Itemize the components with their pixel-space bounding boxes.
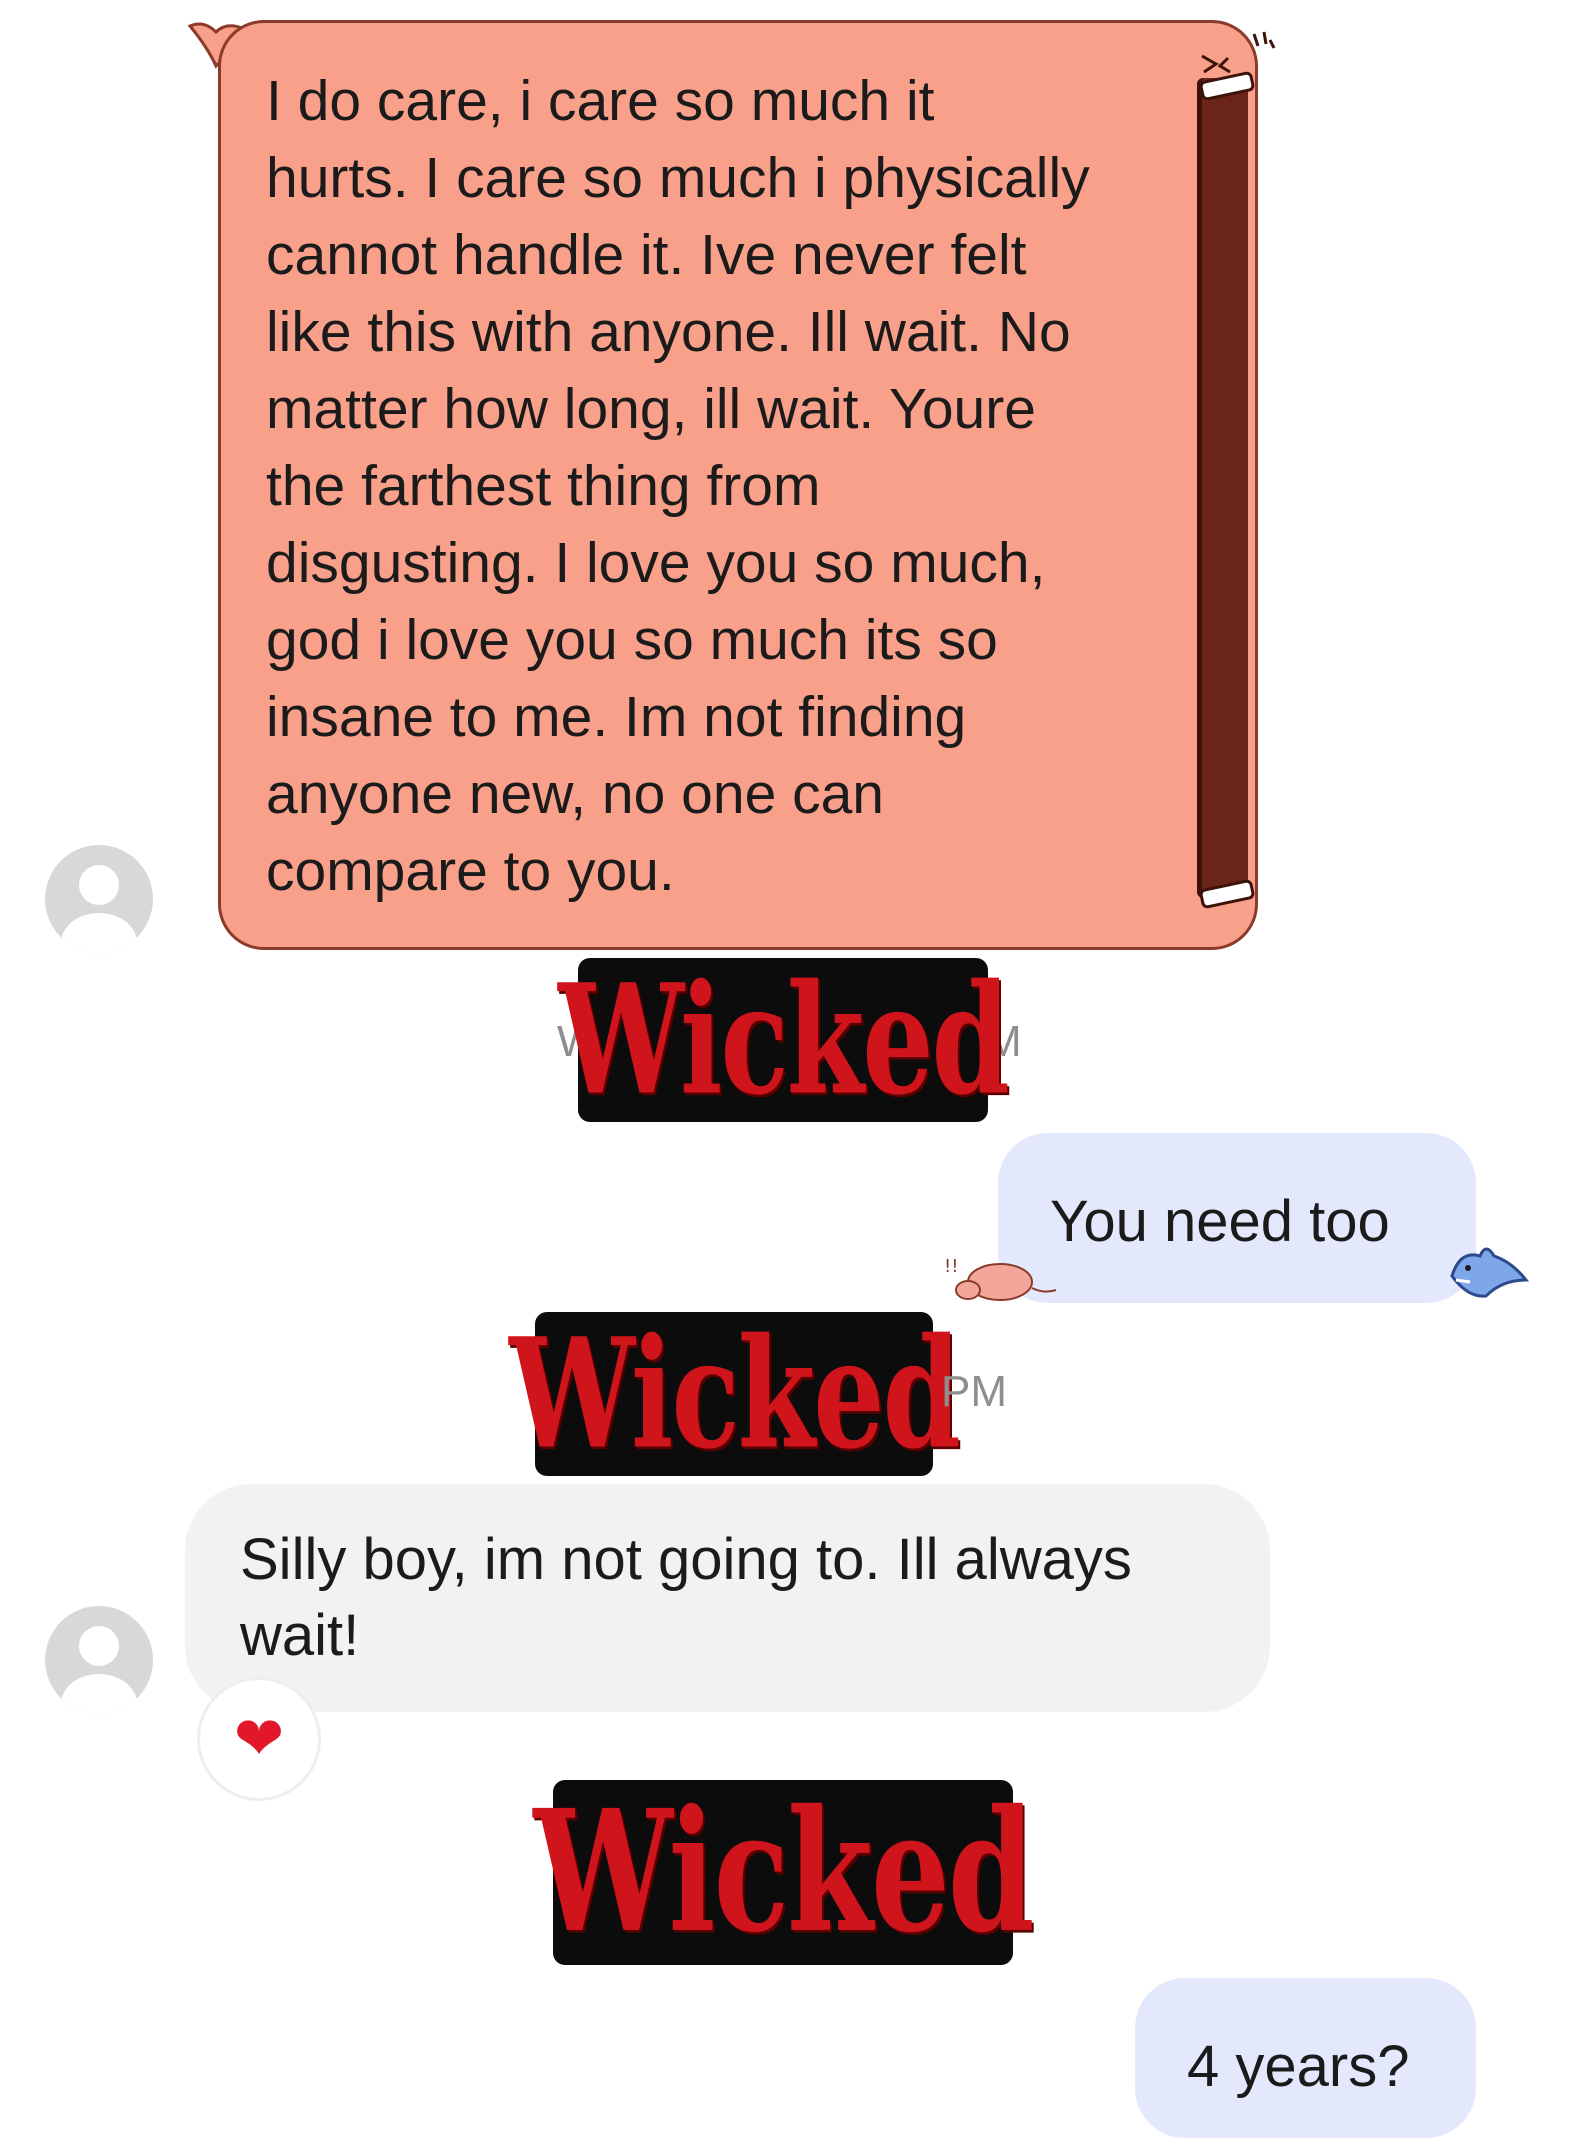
pig-sticker-icon: !! — [944, 1256, 1057, 1301]
sender-avatar[interactable] — [45, 845, 153, 953]
shark-sticker-icon — [1450, 1247, 1530, 1298]
wicked-sticker: Wicked — [533, 1775, 1034, 1971]
incoming-message-bubble[interactable]: Silly boy, im not going to. Ill always w… — [185, 1484, 1270, 1712]
sticker-text: Wicked — [533, 1774, 1034, 1971]
wicked-sticker: Wicked — [558, 952, 1010, 1129]
message-text: 4 years? — [1187, 2034, 1410, 2099]
sticker-text: Wicked — [509, 1305, 961, 1483]
sticker-text: Wicked — [558, 951, 1010, 1129]
outgoing-message-bubble[interactable]: 4 years? — [1135, 1978, 1476, 2138]
message-text: Silly boy, im not going to. Ill always w… — [240, 1527, 1132, 1668]
avatar-head — [79, 1626, 119, 1666]
incoming-message-bubble[interactable]: I do care, i care so much it hurts. I ca… — [218, 20, 1258, 950]
sparkle-icon — [1201, 31, 1276, 74]
bubble-scroll-decoration — [1197, 78, 1248, 898]
message-text: You need too — [1050, 1189, 1390, 1254]
svg-text:!!: !! — [944, 1256, 958, 1277]
message-text: I do care, i care so much it hurts. I ca… — [266, 69, 1090, 903]
wicked-sticker: Wicked — [509, 1306, 961, 1483]
outgoing-message-bubble[interactable]: You need too — [998, 1133, 1476, 1303]
avatar-body — [61, 1674, 137, 1714]
timestamp: PM — [941, 1367, 1007, 1416]
heart-icon: ❤ — [233, 1705, 285, 1772]
avatar-head — [79, 865, 119, 905]
sender-avatar[interactable] — [45, 1606, 153, 1714]
avatar-body — [61, 913, 137, 953]
reaction-badge[interactable]: ❤ — [200, 1680, 318, 1798]
